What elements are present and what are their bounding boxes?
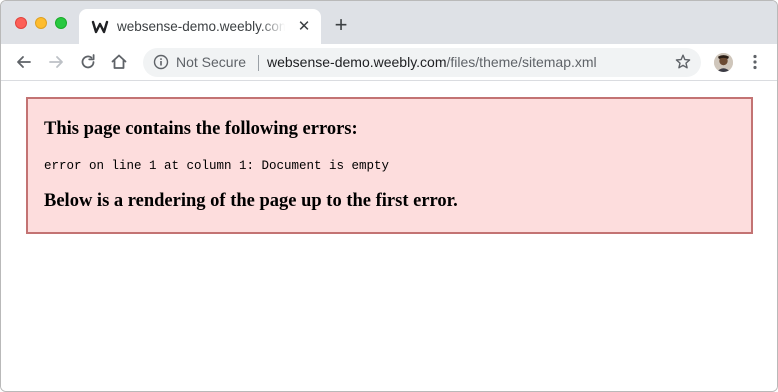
security-label[interactable]: Not Secure	[176, 53, 246, 72]
window-minimize-button[interactable]	[35, 17, 47, 29]
url-text[interactable]: websense-demo.weebly.com/files/theme/sit…	[267, 53, 597, 72]
window-maximize-button[interactable]	[55, 17, 67, 29]
weebly-w-icon	[91, 18, 109, 36]
xml-parse-error-box: This page contains the following errors:…	[26, 97, 753, 234]
window-close-button[interactable]	[15, 17, 27, 29]
more-menu-icon[interactable]	[746, 53, 764, 71]
error-detail: error on line 1 at column 1: Document is…	[44, 159, 390, 173]
error-footer: Below is a rendering of the page up to t…	[44, 191, 458, 211]
avatar[interactable]	[714, 53, 733, 72]
url-path: /files/theme/sitemap.xml	[446, 54, 597, 70]
tab-title: websense-demo.weebly.com/files/theme/sit…	[117, 19, 285, 34]
home-icon[interactable]	[109, 52, 129, 72]
back-arrow-icon[interactable]	[14, 52, 34, 72]
active-tab[interactable]: websense-demo.weebly.com/files/theme/sit…	[79, 9, 321, 44]
new-tab-button[interactable]: +	[331, 14, 351, 36]
forward-arrow-icon[interactable]	[46, 52, 66, 72]
info-icon[interactable]	[153, 54, 169, 70]
tab-strip: websense-demo.weebly.com/files/theme/sit…	[1, 1, 777, 44]
url-host: websense-demo.weebly.com	[267, 54, 447, 70]
star-icon[interactable]	[674, 53, 692, 71]
browser-toolbar: Not Secure websense-demo.weebly.com/file…	[1, 44, 777, 81]
error-heading: This page contains the following errors:	[44, 119, 358, 139]
page-content: This page contains the following errors:…	[1, 82, 777, 391]
browser-window: websense-demo.weebly.com/files/theme/sit…	[0, 0, 778, 392]
reload-icon[interactable]	[78, 52, 98, 72]
omnibox-divider	[258, 55, 259, 71]
address-bar[interactable]: Not Secure websense-demo.weebly.com/file…	[143, 48, 701, 77]
tab-close-icon[interactable]: ✕	[295, 18, 313, 36]
